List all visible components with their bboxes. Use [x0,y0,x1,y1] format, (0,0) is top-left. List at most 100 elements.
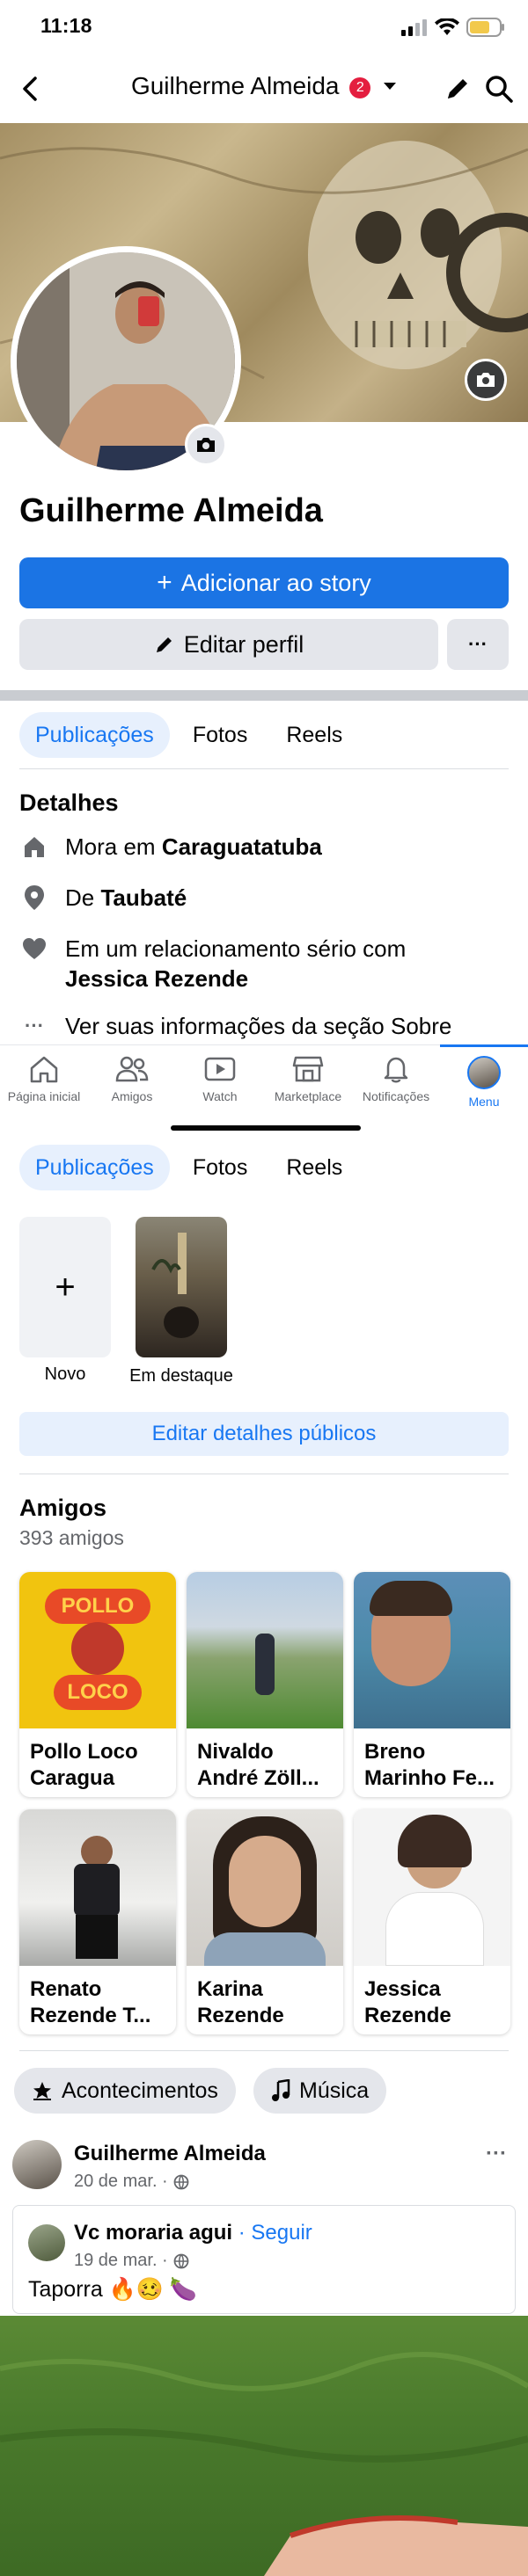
add-story-label: Adicionar ao story [180,569,371,596]
chip-events-label: Acontecimentos [62,2078,218,2103]
camera-icon [197,438,215,452]
more-options-button[interactable]: ··· [447,619,509,670]
star-icon [33,2082,51,2100]
tab-fotos[interactable]: Fotos [177,712,264,758]
post-date: 20 de mar. · [74,2172,168,2191]
from-prefix: De [65,884,101,911]
post-author[interactable]: Guilherme Almeida [74,2142,266,2166]
tab-publicacoes[interactable]: Publicações [19,712,170,758]
pencil-icon [156,637,172,652]
more-label: ··· [468,633,488,655]
about-link[interactable]: Ver suas informações da seção Sobre [65,1011,451,1041]
lives-city[interactable]: Caraguatatuba [162,833,322,860]
nav-menu-label: Menu [468,1095,500,1109]
post-author-avatar[interactable] [12,2140,62,2189]
chips-divider [19,2050,509,2051]
avatar-camera-button[interactable] [185,424,227,466]
friend-tile[interactable]: Breno Marinho Fe... [354,1572,510,1797]
profile-header: Guilherme Almeida 2 [0,62,528,120]
bottom-navigation: Página inicial Amigos Watch Marketplace … [0,1044,528,1120]
profile-name: Guilherme Almeida [19,492,323,529]
details-title: Detalhes [19,790,119,816]
edit-public-details-button[interactable]: Editar detalhes públicos [19,1412,509,1456]
chevron-down-icon [383,82,397,91]
cover-camera-button[interactable] [465,359,507,401]
friends-title[interactable]: Amigos [19,1495,106,1522]
tab-reels[interactable]: Reels [270,1145,358,1190]
shared-author[interactable]: Vc moraria agui [74,2221,232,2245]
shared-author-avatar[interactable] [28,2224,65,2261]
friend-tile[interactable]: Jessica Rezende [354,1809,510,2034]
battery-icon [466,18,505,37]
profile-tabs: Publicações Fotos Reels [19,712,358,758]
friend-name: Karina Rezende [197,1977,284,2027]
shared-author-row: Vc moraria agui · Seguir [74,2221,312,2245]
nav-marketplace-label: Marketplace [274,1089,342,1103]
logo-text-top: POLLO [45,1589,150,1624]
nav-watch-label: Watch [202,1089,238,1103]
featured-highlight[interactable] [136,1217,227,1357]
friend-tile[interactable]: POLLO LOCO Pollo Loco Caragua [19,1572,176,1797]
friend-tile[interactable]: Karina Rezende [187,1809,343,2034]
add-story-button[interactable]: + Adicionar ao story [19,557,509,608]
watch-icon [204,1057,236,1081]
friends-count: 393 amigos [19,1526,124,1549]
new-highlight-button[interactable]: + [19,1217,111,1357]
shared-date: 19 de mar. · [74,2251,168,2270]
nav-marketplace[interactable]: Marketplace [264,1045,352,1120]
post-image[interactable] [0,2316,528,2576]
friend-tile[interactable]: Renato Rezende T... [19,1809,176,2034]
friend-name: Breno Marinho Fe... [364,1740,495,1790]
tab-fotos[interactable]: Fotos [177,1145,264,1190]
featured-photo [151,1233,199,1338]
friend-name: Jessica Rezende [364,1977,451,2027]
search-button[interactable] [484,74,514,104]
globe-icon [173,2253,189,2268]
section-divider [0,690,528,701]
chip-music-label: Música [299,2078,370,2103]
about-link-row[interactable]: ··· Ver suas informações da seção Sobre [19,1011,451,1041]
friend-name: Nivaldo André Zöll... [197,1740,319,1790]
edit-pencil-button[interactable] [444,74,472,104]
location-pin-icon [19,883,49,913]
nav-friends[interactable]: Amigos [88,1045,176,1120]
from-city[interactable]: Taubaté [100,884,187,911]
edit-profile-button[interactable]: Editar perfil [19,619,438,670]
tab-publicacoes[interactable]: Publicações [19,1145,170,1190]
friend-photo-breno [354,1572,510,1728]
post-options-button[interactable]: ··· [486,2142,507,2166]
logo-text-bottom: LOCO [54,1675,142,1710]
avatar [467,1056,501,1089]
nav-home-label: Página inicial [7,1089,81,1103]
friend-photo-pollo-loco: POLLO LOCO [19,1572,176,1728]
shared-meta: 19 de mar. · [74,2251,189,2271]
detail-from: De Taubaté [19,883,187,913]
nav-watch[interactable]: Watch [176,1045,264,1120]
chip-music[interactable]: Música [253,2068,387,2114]
tab-reels[interactable]: Reels [270,712,358,758]
shared-post-text: Taporra 🔥🥴 🍆 [28,2277,198,2302]
plus-icon: + [55,1267,76,1306]
nav-notifications[interactable]: Notificações [352,1045,440,1120]
edit-profile-label: Editar perfil [183,630,304,658]
nav-home[interactable]: Página inicial [0,1045,88,1120]
relationship-name[interactable]: Jessica Rezende [65,965,248,992]
status-icons [401,18,505,37]
nav-menu[interactable]: Menu [440,1044,528,1120]
plus-icon: + [157,568,172,597]
status-bar: 11:18 [0,0,528,55]
heart-icon [19,934,49,964]
status-time: 11:18 [40,14,92,37]
follow-link[interactable]: · Seguir [238,2221,312,2245]
featured-highlight-label: Em destaque [129,1366,233,1386]
chip-events[interactable]: Acontecimentos [14,2068,236,2114]
friend-photo-jessica [354,1809,510,1966]
grass-photo [0,2352,528,2576]
header-title: Guilherme Almeida [130,72,340,99]
home-icon [30,1056,58,1083]
new-highlight-label: Novo [44,1364,86,1384]
detail-lives-in: Mora em Caraguatatuba [19,832,322,862]
relationship-prefix: Em um relacionamento sério com [65,935,407,962]
bell-icon [384,1057,408,1083]
friend-tile[interactable]: Nivaldo André Zöll... [187,1572,343,1797]
